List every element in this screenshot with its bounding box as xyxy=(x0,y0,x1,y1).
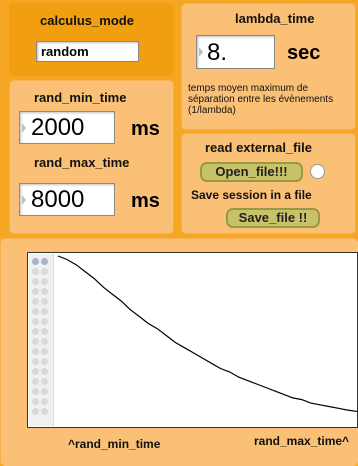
lambda-time-unit: sec xyxy=(287,42,321,64)
strip-dot xyxy=(41,338,48,345)
distribution-curve-svg xyxy=(57,255,358,413)
strip-dot xyxy=(32,328,39,335)
x-min-label: ^rand_min_time xyxy=(68,437,161,451)
rand-max-time-unit: ms xyxy=(131,190,160,212)
rand-min-time-title: rand_min_time xyxy=(34,90,127,105)
strip-dot xyxy=(41,358,48,365)
strip-dot xyxy=(32,368,39,375)
rand-max-time-value: 8000 xyxy=(31,186,85,213)
strip-dot xyxy=(41,298,48,305)
strip-dot xyxy=(32,388,39,395)
calculus-mode-select[interactable]: random xyxy=(36,41,139,62)
strip-dot xyxy=(41,288,48,295)
strip-dot xyxy=(41,368,48,375)
graph-dot-strip xyxy=(29,254,54,426)
input-caret-icon xyxy=(22,122,26,133)
open-file-radio[interactable] xyxy=(310,164,325,179)
strip-dot xyxy=(32,398,39,405)
strip-dot xyxy=(32,308,39,315)
calculus-mode-title: calculus_mode xyxy=(40,13,134,28)
save-session-title: Save session in a file xyxy=(191,188,312,202)
distribution-curve-line xyxy=(57,255,358,413)
strip-dot xyxy=(32,258,39,265)
strip-dot xyxy=(32,348,39,355)
strip-dot xyxy=(41,318,48,325)
strip-dot xyxy=(41,308,48,315)
strip-dot xyxy=(41,378,48,385)
strip-dot xyxy=(41,408,48,415)
rand-min-time-input[interactable]: 2000 xyxy=(19,111,115,144)
strip-dot xyxy=(32,278,39,285)
strip-dot xyxy=(32,408,39,415)
strip-dot xyxy=(32,268,39,275)
strip-dot xyxy=(32,298,39,305)
rand-max-time-title: rand_max_time xyxy=(34,155,130,170)
save-file-button[interactable]: Save_file !! xyxy=(226,208,320,228)
rand-min-time-unit: ms xyxy=(131,118,160,140)
read-file-title: read external_file xyxy=(205,140,312,155)
x-max-label: rand_max_time^ xyxy=(254,434,350,448)
lambda-time-input[interactable]: 8. xyxy=(196,35,275,69)
open-file-button[interactable]: Open_file!!! xyxy=(200,162,303,182)
strip-dot xyxy=(41,388,48,395)
strip-dot xyxy=(32,288,39,295)
lambda-time-description: temps moyen maximum de séparation entre … xyxy=(188,83,334,116)
strip-dot xyxy=(41,258,48,265)
strip-dot xyxy=(32,318,39,325)
distribution-graph xyxy=(27,252,358,428)
strip-dot xyxy=(32,358,39,365)
strip-dot xyxy=(41,328,48,335)
lambda-time-title: lambda_time xyxy=(235,11,315,26)
strip-dot xyxy=(32,338,39,345)
rand-min-time-value: 2000 xyxy=(31,114,85,141)
input-caret-icon xyxy=(22,194,26,205)
strip-dot xyxy=(41,348,48,355)
strip-dot xyxy=(41,398,48,405)
strip-dot xyxy=(41,278,48,285)
input-caret-icon xyxy=(199,47,203,57)
strip-dot xyxy=(32,378,39,385)
strip-dot xyxy=(41,268,48,275)
rand-max-time-input[interactable]: 8000 xyxy=(19,183,115,216)
lambda-time-value: 8. xyxy=(207,39,228,66)
